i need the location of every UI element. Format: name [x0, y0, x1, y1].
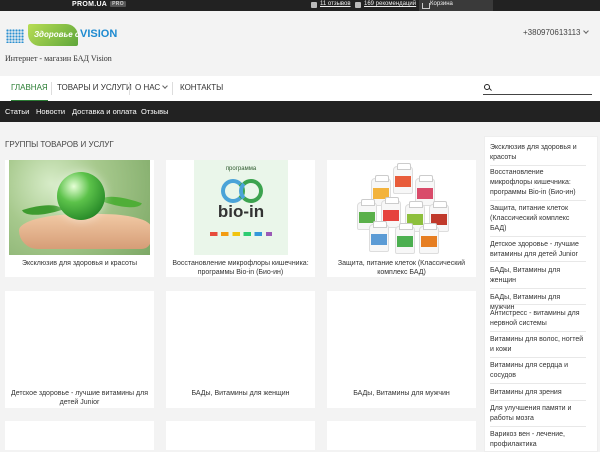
infinity-ring-shape: [239, 179, 263, 203]
recommendations-link[interactable]: 169 рекомендаций: [364, 1, 416, 7]
prom-top-bar: PROM.UA PRO 11 отзывов 169 рекомендаций К…: [0, 0, 600, 11]
logo-text-health: Здоровье с: [34, 30, 80, 39]
nav-item-about-label: О НАС: [135, 83, 161, 92]
sidebar-item[interactable]: Детское здоровье - лучшие витамины для д…: [490, 240, 586, 260]
search-box: [483, 83, 592, 95]
category-card-exclusive[interactable]: Эксклюзив для здоровья и красоты: [5, 160, 154, 277]
sidebar-divider: [490, 357, 586, 358]
basket-icon: [422, 3, 430, 9]
card-caption[interactable]: Эксклюзив для здоровья и красоты: [9, 259, 150, 268]
bioin-image-label: программа: [225, 166, 257, 172]
chevron-down-icon: [162, 83, 169, 89]
search-icon[interactable]: [484, 84, 490, 90]
bottle-shape: [419, 223, 439, 254]
sidebar-item[interactable]: Защита, питание клеток (Классический ком…: [490, 204, 586, 234]
card-caption[interactable]: Защита, питание клеток (Классический ком…: [331, 259, 472, 277]
card-caption[interactable]: БАДы, Витамины для женщин: [170, 389, 311, 398]
supplement-bottles-image: [351, 160, 453, 255]
nav-item-about[interactable]: О НАС: [135, 76, 169, 100]
sidebar-item[interactable]: Антистресс - витамины для нервной систем…: [490, 309, 586, 329]
sidebar-divider: [490, 261, 586, 262]
search-input[interactable]: [493, 83, 589, 93]
sidebar-divider: [490, 236, 586, 237]
bioin-image: программа bio-in: [194, 160, 288, 255]
bioin-image-word: bio-in: [217, 202, 265, 221]
nav-divider: [51, 82, 52, 95]
sidebar-divider: [490, 304, 586, 305]
category-card-row3[interactable]: [327, 421, 476, 450]
globe-hand-image: [9, 160, 150, 255]
category-card-bioin[interactable]: программа bio-in Восстановление микрофло…: [166, 160, 315, 277]
leaf-shape: [100, 189, 142, 215]
nav-item-home[interactable]: ГЛАВНАЯ: [11, 76, 48, 101]
nav-divider: [172, 82, 173, 95]
reviews-link[interactable]: 11 отзывов: [320, 1, 351, 7]
card-caption[interactable]: Восстановление микрофлоры кишечника: про…: [170, 259, 311, 277]
sidebar-item[interactable]: БАДы, Витамины для женщин: [490, 266, 586, 286]
sidebar-item[interactable]: Варикоз вен - лечение, профилактика: [490, 430, 586, 450]
bottle-shape: [393, 163, 413, 194]
sidebar-divider: [490, 288, 586, 289]
site-header: Здоровье с VISION Интернет - магазин БАД…: [0, 11, 600, 76]
sidebar-divider: [490, 331, 586, 332]
nav-item-products[interactable]: ТОВАРЫ И УСЛУГИ: [57, 76, 132, 100]
section-title: ГРУППЫ ТОВАРОВ И УСЛУГ: [5, 140, 114, 149]
logo-dots-icon: [6, 29, 24, 43]
bottle-shape: [395, 223, 415, 254]
category-card-row3[interactable]: [166, 421, 315, 450]
category-card-cell-protection[interactable]: Защита, питание клеток (Классический ком…: [327, 160, 476, 277]
subnav-item-news[interactable]: Новости: [36, 101, 65, 122]
sidebar-item[interactable]: Витамины для зрения: [490, 388, 586, 398]
sidebar-item[interactable]: Эксклюзив для здоровья и красоты: [490, 143, 586, 163]
sidebar-divider: [490, 165, 586, 166]
subnav-item-articles[interactable]: Статьи: [5, 101, 29, 122]
main-nav: ГЛАВНАЯ ТОВАРЫ И УСЛУГИ О НАС КОНТАКТЫ: [0, 76, 600, 101]
sidebar-divider: [490, 426, 586, 427]
pro-badge: PRO: [110, 1, 126, 7]
nav-divider: [129, 82, 130, 95]
prom-brand[interactable]: PROM.UA PRO: [72, 1, 126, 8]
category-sidebar: Эксклюзив для здоровья и красоты Восстан…: [484, 136, 598, 452]
category-card-women[interactable]: БАДы, Витамины для женщин: [166, 291, 315, 408]
card-caption[interactable]: БАДы, Витамины для мужчин: [331, 389, 472, 398]
sidebar-item[interactable]: Витамины для сердца и сосудов: [490, 361, 586, 381]
comment-icon: [311, 2, 317, 8]
sidebar-divider: [490, 383, 586, 384]
card-caption[interactable]: Детское здоровье - лучшие витамины для д…: [9, 389, 150, 407]
bottle-shape: [369, 221, 389, 252]
thumbs-up-icon: [355, 2, 361, 8]
subnav-item-delivery[interactable]: Доставка и оплата: [72, 101, 137, 122]
globe-shape: [57, 172, 105, 220]
sidebar-item[interactable]: Витамины для волос, ногтей и кожи: [490, 335, 586, 355]
phone-number: +380970613113: [523, 28, 581, 37]
subnav-item-reviews[interactable]: Отзывы: [141, 101, 168, 122]
chevron-down-icon: [583, 28, 590, 34]
category-card-row3[interactable]: [5, 421, 154, 450]
nav-item-contacts[interactable]: КОНТАКТЫ: [180, 76, 223, 100]
category-card-men[interactable]: БАДы, Витамины для мужчин: [327, 291, 476, 408]
sidebar-divider: [490, 400, 586, 401]
phone-dropdown[interactable]: +380970613113: [523, 28, 590, 37]
basket-label: Корзина: [430, 1, 453, 7]
color-dots-shape: [210, 232, 272, 236]
logo-text-vision: VISION: [80, 28, 118, 40]
secondary-nav: Статьи Новости Доставка и оплата Отзывы: [0, 101, 600, 122]
site-tagline: Интернет - магазин БАД Vision: [5, 54, 112, 63]
sidebar-item[interactable]: Восстановление микрофлоры кишечника: про…: [490, 168, 586, 198]
sidebar-divider: [490, 200, 586, 201]
site-logo[interactable]: Здоровье с VISION: [6, 24, 118, 48]
basket-button[interactable]: Корзина: [419, 0, 493, 11]
sidebar-item[interactable]: Для улучшения памяти и работы мозга: [490, 404, 586, 424]
category-card-children[interactable]: Детское здоровье - лучшие витамины для д…: [5, 291, 154, 408]
